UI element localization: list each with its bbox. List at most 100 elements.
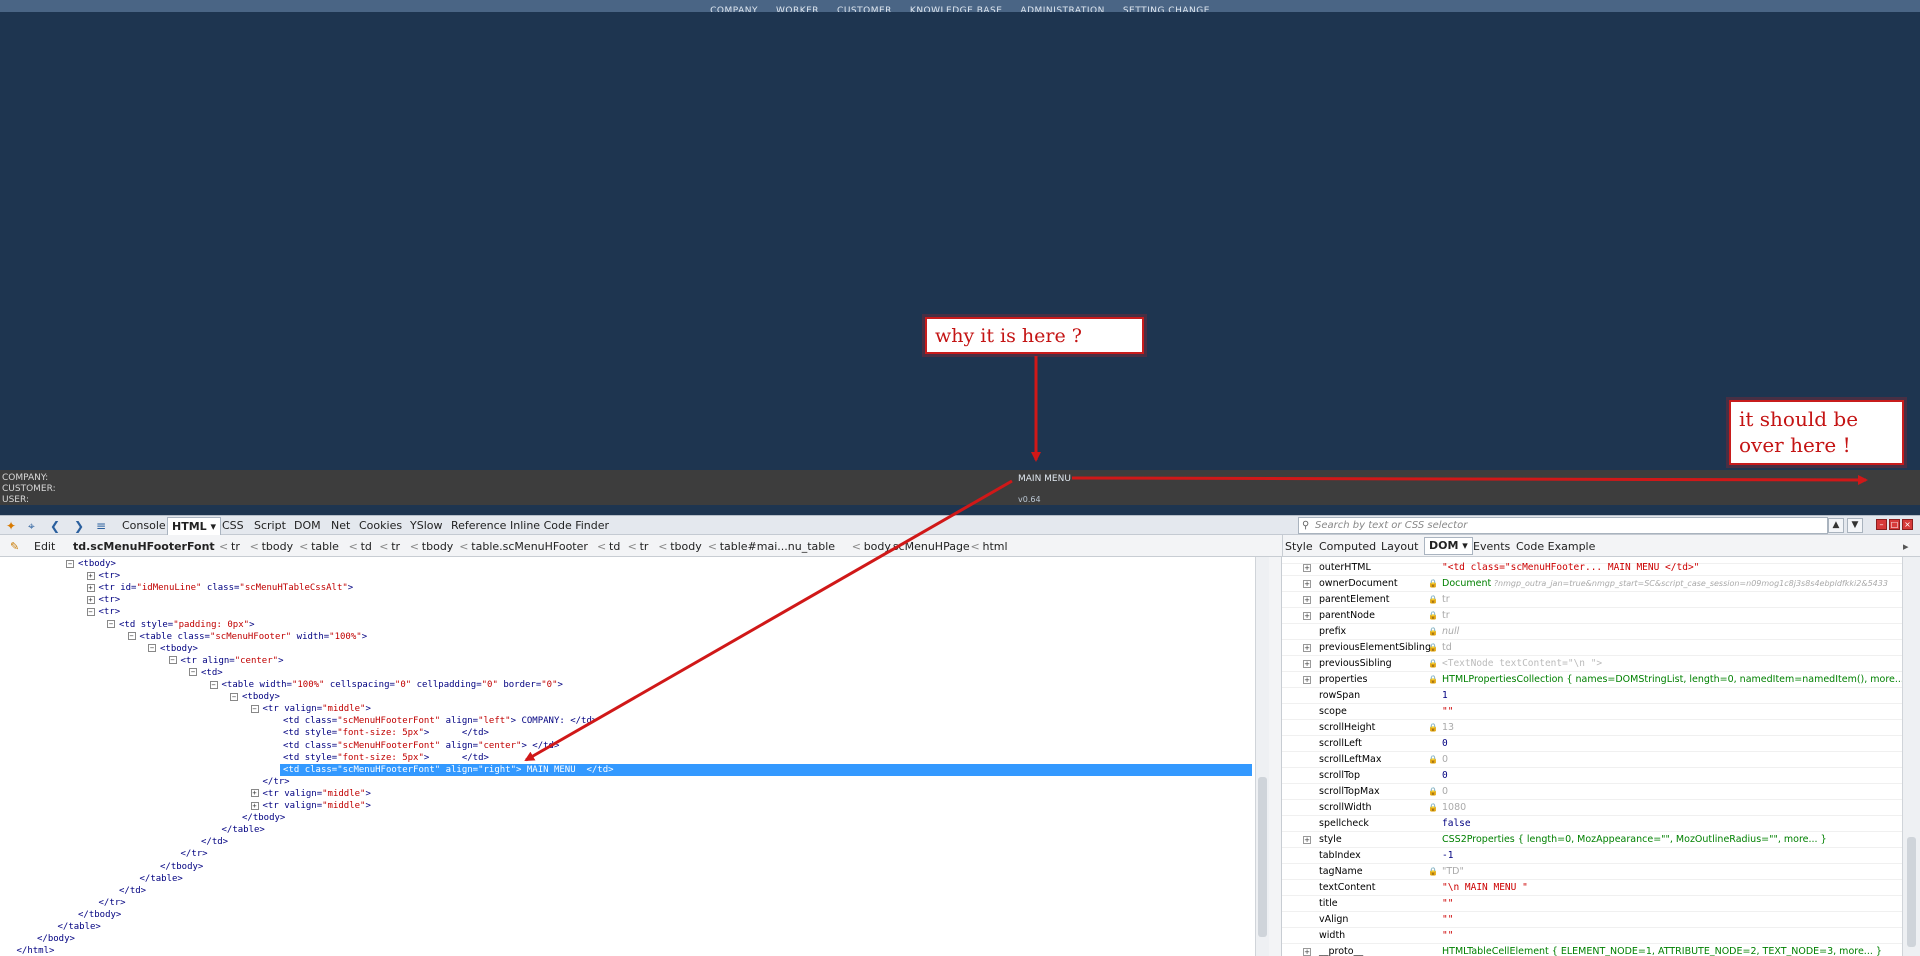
html-pane-scrollbar[interactable] — [1255, 557, 1269, 956]
dom-property-value[interactable]: "" — [1442, 912, 1453, 928]
expand-toggle[interactable]: + — [1303, 564, 1311, 572]
inspect-icon[interactable]: ⌖ — [28, 519, 35, 534]
dom-property-row[interactable]: + previousSibling 🔒 <TextNode textContent="… — [1282, 656, 1902, 672]
firebug-icon[interactable]: ✦ — [6, 519, 16, 533]
dom-property-value[interactable]: 0 — [1442, 768, 1448, 784]
dom-property-value[interactable]: "TD" — [1442, 864, 1464, 880]
html-node[interactable]: + <tr valign="middle"> — [250, 788, 371, 800]
collapse-toggle[interactable]: − — [189, 668, 197, 677]
expand-toggle[interactable]: + — [1303, 660, 1311, 668]
dom-property-row[interactable]: + ownerDocument 🔒 Document ?nmgp_outra_jan=… — [1282, 576, 1902, 592]
tab-inline-code-finder[interactable]: Inline Code Finder — [510, 519, 609, 532]
breadcrumb-item[interactable]: table.scMenuHFooter — [471, 540, 588, 553]
html-node[interactable]: + <tr> — [86, 594, 120, 606]
html-node[interactable]: </tbody> — [78, 909, 121, 921]
tab-layout[interactable]: Layout — [1381, 540, 1418, 553]
html-node[interactable]: − <table class="scMenuHFooter" width="100… — [127, 631, 367, 643]
breadcrumb-item[interactable]: tr — [391, 540, 400, 553]
dom-pane-scrollbar[interactable] — [1902, 557, 1920, 956]
dom-property-row[interactable]: scrollTop 0 — [1282, 768, 1902, 784]
dom-property-value[interactable]: 0 — [1442, 784, 1448, 800]
html-node[interactable]: − <tbody> — [230, 691, 280, 703]
detach-button[interactable]: □ — [1889, 519, 1900, 530]
search-next-button[interactable]: ▼ — [1847, 518, 1863, 533]
breadcrumb-item[interactable]: tbody — [262, 540, 294, 553]
dom-property-value[interactable]: tr — [1442, 592, 1450, 608]
html-node[interactable]: <td class="scMenuHFooterFont" align="lef… — [283, 715, 597, 727]
close-button[interactable]: × — [1902, 519, 1913, 530]
dom-property-row[interactable]: + __proto__ HTMLTableCellElement { ELEMENT… — [1282, 944, 1902, 956]
search-input[interactable]: ⚲ Search by text or CSS selector — [1298, 517, 1828, 534]
dom-property-row[interactable]: spellcheck false — [1282, 816, 1902, 832]
dom-property-value[interactable]: "" — [1442, 896, 1453, 912]
tab-console[interactable]: Console — [122, 519, 166, 532]
expand-toggle[interactable]: + — [1303, 580, 1311, 588]
dom-property-row[interactable]: scrollLeft 0 — [1282, 736, 1902, 752]
side-tabs-more-icon[interactable]: ▸ — [1903, 540, 1909, 553]
dom-property-value[interactable]: CSS2Properties { length=0, MozAppearance… — [1442, 832, 1827, 848]
dom-property-value[interactable]: 13 — [1442, 720, 1454, 736]
dom-property-value[interactable]: "" — [1442, 704, 1453, 720]
tab-style[interactable]: Style — [1285, 540, 1313, 553]
breadcrumb-item[interactable]: tr — [231, 540, 240, 553]
tab-computed[interactable]: Computed — [1319, 540, 1376, 553]
html-node[interactable]: </tr> — [181, 848, 208, 860]
tab-dom[interactable]: DOM — [294, 519, 321, 532]
html-node[interactable]: − <table width="100%" cellspacing="0" cel… — [209, 679, 563, 691]
dom-property-value[interactable]: 1080 — [1442, 800, 1466, 816]
html-node[interactable]: − <tr valign="middle"> — [250, 703, 371, 715]
expand-toggle[interactable]: + — [1303, 612, 1311, 620]
tab-net[interactable]: Net — [331, 519, 350, 532]
tab-dom-side[interactable]: DOM ▾ — [1424, 537, 1473, 555]
dom-property-value[interactable]: false — [1442, 816, 1471, 832]
html-node[interactable]: </body> — [37, 933, 75, 945]
dom-property-value[interactable]: 0 — [1442, 736, 1448, 752]
html-node[interactable]: − <tbody> — [66, 558, 116, 570]
html-node[interactable]: + <tr valign="middle"> — [250, 800, 371, 812]
expand-toggle[interactable]: + — [86, 595, 95, 604]
dom-property-row[interactable]: scrollTopMax 🔒 0 — [1282, 784, 1902, 800]
expand-toggle[interactable]: + — [1303, 948, 1311, 956]
breadcrumb-item[interactable]: tbody — [422, 540, 454, 553]
html-node[interactable]: </tbody> — [242, 812, 285, 824]
dom-pane-scroll-thumb[interactable] — [1907, 837, 1916, 947]
html-node-selected[interactable]: <td class="scMenuHFooterFont" align="rig… — [280, 763, 1252, 776]
breadcrumb-item[interactable]: td — [609, 540, 620, 553]
dom-property-row[interactable]: rowSpan 1 — [1282, 688, 1902, 704]
dom-property-row[interactable]: scrollWidth 🔒 1080 — [1282, 800, 1902, 816]
command-line-icon[interactable]: ≡ — [96, 519, 106, 533]
dom-property-value[interactable]: 0 — [1442, 752, 1448, 768]
collapse-toggle[interactable]: − — [250, 704, 259, 713]
forward-icon[interactable]: ❯ — [74, 519, 84, 533]
dom-property-value[interactable]: <TextNode textContent="\n "> — [1442, 656, 1602, 672]
dom-property-row[interactable]: vAlign "" — [1282, 912, 1902, 928]
dom-property-value[interactable]: -1 — [1442, 848, 1453, 864]
html-node[interactable]: + <tr> — [86, 570, 120, 582]
breadcrumb-item[interactable]: body.scMenuHPage — [864, 540, 970, 553]
dom-property-row[interactable]: + parentNode 🔒 tr — [1282, 608, 1902, 624]
breadcrumb-item[interactable]: table#mai...nu_table — [720, 540, 835, 553]
html-node[interactable]: − <tr> — [86, 606, 120, 618]
dom-property-row[interactable]: + parentElement 🔒 tr — [1282, 592, 1902, 608]
html-node[interactable]: <td class="scMenuHFooterFont" align="cen… — [283, 740, 559, 752]
html-pane-scroll-thumb[interactable] — [1258, 777, 1267, 937]
back-icon[interactable]: ❮ — [50, 519, 60, 533]
dom-property-value[interactable]: "<td class="scMenuHFooter... MAIN MENU <… — [1442, 560, 1699, 576]
expand-toggle[interactable]: + — [1303, 644, 1311, 652]
html-node[interactable]: − <td> — [189, 667, 223, 679]
dom-property-value[interactable]: td — [1442, 640, 1452, 656]
dom-property-value[interactable]: HTMLTableCellElement { ELEMENT_NODE=1, A… — [1442, 944, 1882, 956]
breadcrumb-item[interactable]: html — [983, 540, 1008, 553]
tab-events[interactable]: Events — [1473, 540, 1510, 553]
dom-property-row[interactable]: prefix 🔒 null — [1282, 624, 1902, 640]
dom-property-value[interactable]: Document ?nmgp_outra_jan=true&nmgp_start… — [1442, 576, 1888, 592]
html-node[interactable]: <td style="font-size: 5px"> </td> — [283, 727, 489, 739]
expand-toggle[interactable]: + — [1303, 676, 1311, 684]
expand-toggle[interactable]: + — [1303, 836, 1311, 844]
html-node[interactable]: − <tbody> — [148, 643, 198, 655]
expand-toggle[interactable]: + — [1303, 596, 1311, 604]
collapse-toggle[interactable]: − — [86, 607, 95, 616]
search-prev-button[interactable]: ▲ — [1828, 518, 1844, 533]
collapse-toggle[interactable]: − — [127, 632, 136, 641]
tab-code-example[interactable]: Code Example — [1516, 540, 1595, 553]
